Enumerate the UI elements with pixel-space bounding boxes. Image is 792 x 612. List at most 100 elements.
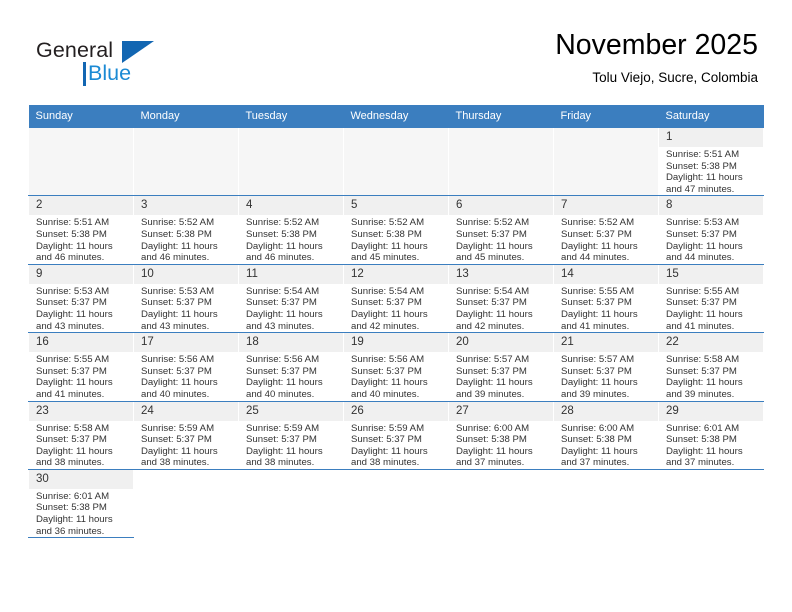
- day-info-sunset: Sunset: 5:37 PM: [141, 297, 212, 309]
- weekday-header-tuesday: Tuesday: [238, 105, 344, 128]
- day-info-sunset: Sunset: 5:37 PM: [456, 297, 527, 309]
- calendar-day-cell[interactable]: 26 Sunrise: 5:59 AM Sunset: 5:37 PM Dayligh…: [343, 401, 449, 470]
- calendar-table: Sunday Monday Tuesday Wednesday Thursday…: [28, 105, 764, 539]
- page-header: General Blue November 2025 Tolu Viejo, S…: [0, 0, 792, 104]
- day-info-daylight2: and 42 minutes.: [456, 320, 525, 332]
- day-number: 25: [239, 401, 343, 421]
- calendar-day-cell[interactable]: 23 Sunrise: 5:58 AM Sunset: 5:37 PM Dayligh…: [28, 401, 134, 470]
- calendar-day-cell[interactable]: 19 Sunrise: 5:56 AM Sunset: 5:37 PM Dayligh…: [343, 332, 449, 402]
- day-sun-info: Sunrise: 5:52 AM Sunset: 5:38 PM Daylight:…: [134, 215, 238, 263]
- calendar-day-cell[interactable]: 21 Sunrise: 5:57 AM Sunset: 5:37 PM Dayligh…: [553, 332, 659, 402]
- weekday-header-friday: Friday: [553, 105, 659, 128]
- calendar-day-cell[interactable]: 16 Sunrise: 5:55 AM Sunset: 5:37 PM Dayligh…: [28, 332, 134, 402]
- day-sun-info: Sunrise: 5:51 AM Sunset: 5:38 PM Daylight:…: [659, 147, 763, 195]
- day-info-daylight1: Daylight: 11 hours: [666, 240, 743, 252]
- calendar-day-cell[interactable]: 10 Sunrise: 5:53 AM Sunset: 5:37 PM Dayligh…: [133, 264, 239, 334]
- day-number: 7: [554, 196, 658, 216]
- day-sun-info: Sunrise: 5:52 AM Sunset: 5:37 PM Daylight:…: [449, 215, 553, 263]
- day-info-sunrise: Sunrise: 5:54 AM: [351, 285, 425, 297]
- day-info-sunrise: Sunrise: 5:54 AM: [246, 285, 320, 297]
- weekday-header-row: Sunday Monday Tuesday Wednesday Thursday…: [28, 105, 764, 128]
- day-info-sunrise: Sunrise: 6:00 AM: [456, 422, 530, 434]
- day-info-daylight2: and 37 minutes.: [561, 457, 630, 469]
- calendar-day-cell[interactable]: 6 Sunrise: 5:52 AM Sunset: 5:37 PM Daylight…: [448, 195, 554, 265]
- day-info-daylight1: Daylight: 11 hours: [666, 377, 743, 389]
- day-number: 11: [239, 264, 343, 284]
- day-info-sunset: Sunset: 5:38 PM: [351, 228, 422, 240]
- calendar-day-cell[interactable]: 17 Sunrise: 5:56 AM Sunset: 5:37 PM Dayligh…: [133, 332, 239, 402]
- day-info-daylight1: Daylight: 11 hours: [36, 514, 113, 526]
- day-info-sunset: Sunset: 5:38 PM: [36, 502, 107, 514]
- location-subtitle: Tolu Viejo, Sucre, Colombia: [592, 70, 758, 85]
- day-info-daylight2: and 47 minutes.: [666, 183, 735, 195]
- day-info-sunrise: Sunrise: 5:57 AM: [456, 354, 530, 366]
- calendar-day-cell[interactable]: 11 Sunrise: 5:54 AM Sunset: 5:37 PM Dayligh…: [238, 264, 344, 334]
- calendar-day-cell[interactable]: 30 Sunrise: 6:01 AM Sunset: 5:38 PM Dayligh…: [28, 469, 134, 539]
- day-info-daylight1: Daylight: 11 hours: [561, 308, 638, 320]
- calendar-day-cell[interactable]: 18 Sunrise: 5:56 AM Sunset: 5:37 PM Dayligh…: [238, 332, 344, 402]
- day-info-daylight1: Daylight: 11 hours: [141, 240, 218, 252]
- day-sun-info: Sunrise: 5:53 AM Sunset: 5:37 PM Daylight:…: [134, 284, 238, 332]
- calendar-day-cell[interactable]: 2 Sunrise: 5:51 AM Sunset: 5:38 PM Daylight…: [28, 195, 134, 265]
- day-info-daylight1: Daylight: 11 hours: [141, 377, 218, 389]
- calendar-day-cell[interactable]: 28 Sunrise: 6:00 AM Sunset: 5:38 PM Dayligh…: [553, 401, 659, 470]
- day-info-sunrise: Sunrise: 5:53 AM: [141, 285, 215, 297]
- day-info-daylight1: Daylight: 11 hours: [36, 240, 113, 252]
- day-number: 6: [449, 196, 553, 216]
- day-info-daylight2: and 40 minutes.: [351, 388, 420, 400]
- calendar-day-cell[interactable]: 14 Sunrise: 5:55 AM Sunset: 5:37 PM Dayligh…: [553, 264, 659, 334]
- calendar-day-cell[interactable]: 27 Sunrise: 6:00 AM Sunset: 5:38 PM Dayligh…: [448, 401, 554, 470]
- calendar-day-cell[interactable]: 29 Sunrise: 6:01 AM Sunset: 5:38 PM Dayligh…: [658, 401, 764, 470]
- calendar-day-cell[interactable]: 3 Sunrise: 5:52 AM Sunset: 5:38 PM Daylight…: [133, 195, 239, 265]
- weekday-header-wednesday: Wednesday: [343, 105, 449, 128]
- day-sun-info: Sunrise: 5:55 AM Sunset: 5:37 PM Daylight:…: [554, 284, 658, 332]
- day-sun-info: Sunrise: 6:00 AM Sunset: 5:38 PM Daylight:…: [554, 421, 658, 469]
- day-sun-info: Sunrise: 5:55 AM Sunset: 5:37 PM Daylight:…: [659, 284, 763, 332]
- day-number: 30: [29, 469, 133, 489]
- day-number: 19: [344, 333, 448, 353]
- calendar-week-row: 2 Sunrise: 5:51 AM Sunset: 5:38 PM Daylight…: [28, 195, 764, 265]
- calendar-day-cell[interactable]: 15 Sunrise: 5:55 AM Sunset: 5:37 PM Dayligh…: [658, 264, 764, 334]
- calendar-day-cell[interactable]: 13 Sunrise: 5:54 AM Sunset: 5:37 PM Dayligh…: [448, 264, 554, 334]
- day-info-daylight1: Daylight: 11 hours: [561, 377, 638, 389]
- calendar-day-cell[interactable]: 1 Sunrise: 5:51 AM Sunset: 5:38 PM Daylight…: [658, 128, 764, 197]
- day-info-daylight2: and 42 minutes.: [351, 320, 420, 332]
- calendar-day-cell[interactable]: 12 Sunrise: 5:54 AM Sunset: 5:37 PM Dayligh…: [343, 264, 449, 334]
- calendar-day-cell[interactable]: 20 Sunrise: 5:57 AM Sunset: 5:37 PM Dayligh…: [448, 332, 554, 402]
- calendar-day-cell[interactable]: 4 Sunrise: 5:52 AM Sunset: 5:38 PM Daylight…: [238, 195, 344, 265]
- calendar-day-cell[interactable]: 8 Sunrise: 5:53 AM Sunset: 5:37 PM Daylight…: [658, 195, 764, 265]
- calendar-cell-blank: [448, 469, 554, 538]
- day-info-daylight1: Daylight: 11 hours: [351, 377, 428, 389]
- day-info-daylight2: and 41 minutes.: [36, 388, 105, 400]
- day-number: 3: [134, 196, 238, 216]
- day-info-daylight2: and 41 minutes.: [561, 320, 630, 332]
- calendar-cell-empty: [28, 128, 134, 197]
- page-title: November 2025: [555, 29, 758, 61]
- logo-text-general: General: [36, 38, 114, 62]
- calendar-day-cell[interactable]: 9 Sunrise: 5:53 AM Sunset: 5:37 PM Daylight…: [28, 264, 134, 334]
- day-info-sunset: Sunset: 5:37 PM: [666, 297, 737, 309]
- day-info-daylight1: Daylight: 11 hours: [36, 308, 113, 320]
- day-info-daylight1: Daylight: 11 hours: [246, 240, 323, 252]
- calendar-day-cell[interactable]: 7 Sunrise: 5:52 AM Sunset: 5:37 PM Daylight…: [553, 195, 659, 265]
- day-info-daylight2: and 39 minutes.: [666, 388, 735, 400]
- day-sun-info: Sunrise: 5:58 AM Sunset: 5:37 PM Daylight:…: [659, 352, 763, 400]
- calendar-cell-empty: [133, 128, 239, 197]
- calendar-week-row: 9 Sunrise: 5:53 AM Sunset: 5:37 PM Daylight…: [28, 264, 764, 334]
- calendar-day-cell[interactable]: 24 Sunrise: 5:59 AM Sunset: 5:37 PM Dayligh…: [133, 401, 239, 470]
- calendar-week-row: 16 Sunrise: 5:55 AM Sunset: 5:37 PM Dayligh…: [28, 332, 764, 402]
- day-sun-info: Sunrise: 5:59 AM Sunset: 5:37 PM Daylight:…: [344, 421, 448, 469]
- calendar-cell-blank: [553, 469, 659, 538]
- calendar-page: General Blue November 2025 Tolu Viejo, S…: [0, 0, 792, 612]
- day-info-daylight1: Daylight: 11 hours: [351, 308, 428, 320]
- day-number: 28: [554, 401, 658, 421]
- weekday-header-monday: Monday: [133, 105, 239, 128]
- calendar-cell-empty: [238, 128, 344, 197]
- day-info-sunrise: Sunrise: 5:58 AM: [666, 354, 740, 366]
- day-info-sunset: Sunset: 5:37 PM: [36, 297, 107, 309]
- calendar-day-cell[interactable]: 22 Sunrise: 5:58 AM Sunset: 5:37 PM Dayligh…: [658, 332, 764, 402]
- calendar-day-cell[interactable]: 5 Sunrise: 5:52 AM Sunset: 5:38 PM Daylight…: [343, 195, 449, 265]
- day-info-sunrise: Sunrise: 5:55 AM: [561, 285, 635, 297]
- calendar-day-cell[interactable]: 25 Sunrise: 5:59 AM Sunset: 5:37 PM Dayligh…: [238, 401, 344, 470]
- day-info-daylight1: Daylight: 11 hours: [246, 445, 323, 457]
